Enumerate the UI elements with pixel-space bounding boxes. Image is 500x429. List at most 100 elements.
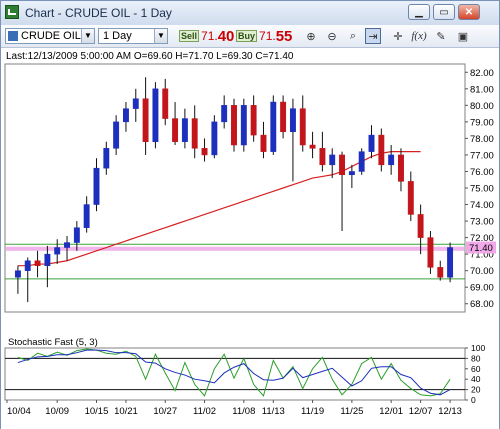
date-tick-label: 11/19 — [301, 406, 324, 417]
candle-body — [93, 167, 100, 205]
candle — [231, 98, 237, 152]
price-panel-frame — [4, 63, 466, 313]
candle — [54, 239, 61, 265]
symbol-value: CRUDE OIL — [21, 30, 81, 42]
zoom-area-button[interactable]: ⌕ — [345, 28, 361, 44]
symbol-icon — [8, 31, 18, 41]
stoch-series-0 — [17, 348, 451, 397]
candle-body — [231, 105, 237, 146]
stochastic-panel: Stochastic Fast (5, 3) 100806040200 — [5, 337, 485, 405]
symbol-select[interactable]: CRUDE OIL ▼ — [5, 28, 95, 44]
sell-label: Sell — [179, 30, 200, 42]
candle-body — [73, 227, 80, 243]
candle-body — [162, 88, 169, 119]
candle-body — [348, 171, 355, 176]
close-button[interactable]: ✕ — [458, 4, 480, 20]
sell-price-digits: 40 — [217, 27, 235, 45]
candle-body — [388, 154, 395, 166]
candle-body — [299, 108, 306, 146]
candle — [319, 131, 326, 172]
candle — [388, 145, 395, 175]
candle — [172, 102, 179, 146]
zoom-in-button[interactable]: ⊕ — [303, 28, 319, 44]
candle-body — [398, 154, 404, 182]
date-tick-label: 11/08 — [232, 406, 255, 417]
crosshair-icon: ✛ — [393, 30, 403, 43]
zoom-out-button[interactable]: ⊖ — [324, 28, 340, 44]
title-bar[interactable]: Chart - CRUDE OIL - 1 Day ▁ ▭ ✕ — [1, 1, 499, 26]
price-tick-label: 74.00 — [470, 200, 494, 211]
candle — [14, 265, 21, 294]
candle-body — [427, 237, 434, 268]
chart-window: Chart - CRUDE OIL - 1 Day ▁ ▭ ✕ CRUDE OI… — [0, 0, 500, 429]
stoch-tick-label: 0 — [471, 395, 476, 405]
candle — [181, 108, 188, 149]
chevron-down-icon[interactable]: ▼ — [81, 29, 94, 43]
price-tick-label: 70.00 — [470, 266, 494, 277]
chart-area[interactable]: Last:12/13/2009 5:00:00 AM O=69.60 H=71.… — [1, 48, 499, 429]
candle — [348, 164, 355, 188]
maximize-button[interactable]: ▭ — [433, 4, 455, 20]
candle-body — [407, 181, 414, 215]
candle-body — [201, 148, 208, 156]
candle — [250, 95, 257, 142]
date-tick-label: 10/09 — [45, 406, 69, 417]
period-select[interactable]: 1 Day ▼ — [98, 28, 168, 44]
price-band-and-lines — [5, 243, 465, 280]
candle-body — [142, 98, 149, 142]
chevron-down-icon[interactable]: ▼ — [154, 29, 167, 43]
candle — [339, 151, 345, 231]
candles — [14, 77, 454, 303]
candle — [368, 125, 375, 159]
candle — [289, 98, 296, 182]
save-chart-button[interactable]: ▣ — [455, 28, 471, 44]
price-axis: 82.00 81.00 80.00 79.00 78.00 77.00 76.00 75.00… — [465, 68, 496, 310]
candle — [240, 98, 247, 152]
candle-body — [64, 242, 70, 248]
candle-body — [447, 247, 454, 278]
candle-body — [339, 154, 345, 176]
candle — [93, 158, 100, 212]
candle-body — [280, 101, 287, 133]
window-title: Chart - CRUDE OIL - 1 Day — [25, 6, 172, 20]
candle — [152, 82, 159, 149]
candle-body — [221, 105, 228, 123]
price-tick-label: 79.00 — [470, 117, 494, 128]
candle — [378, 128, 385, 172]
date-tick-label: 10/04 — [7, 406, 31, 417]
candle-body — [14, 270, 21, 278]
buy-quote-button[interactable]: Buy 71. 55 — [236, 27, 293, 45]
candle-body — [309, 144, 316, 149]
minimize-button[interactable]: ▁ — [408, 4, 430, 20]
close-icon: ✕ — [464, 6, 474, 18]
candle — [103, 141, 110, 175]
candle — [407, 171, 414, 222]
candle — [299, 95, 306, 152]
date-tick-label: 10/21 — [114, 406, 138, 417]
zoom-out-icon: ⊖ — [327, 30, 337, 43]
stoch-tick-label: 100 — [471, 343, 485, 353]
price-tick-label: 69.00 — [470, 283, 494, 294]
candle — [162, 78, 169, 126]
price-chart-svg[interactable]: 82.00 81.00 80.00 79.00 78.00 77.00 76.00 75.00… — [1, 48, 499, 429]
minimize-icon: ▁ — [415, 6, 423, 18]
autoscroll-button[interactable]: ⇥ — [365, 28, 381, 44]
price-tick-label: 76.00 — [470, 167, 494, 178]
autoscroll-icon: ⇥ — [368, 30, 378, 43]
candle-body — [240, 105, 247, 146]
price-tick-label: 82.00 — [470, 68, 494, 79]
candle — [44, 245, 51, 288]
buy-price-digits: 55 — [275, 27, 293, 45]
candle-body — [368, 134, 375, 152]
crosshair-button[interactable]: ✛ — [390, 28, 406, 44]
sell-quote-button[interactable]: Sell 71. 40 — [179, 27, 235, 45]
candle — [427, 230, 434, 274]
price-tick-label: 73.00 — [470, 217, 494, 228]
draw-line-button[interactable]: ✎ — [433, 28, 449, 44]
candle-body — [113, 121, 120, 149]
candle — [83, 196, 90, 233]
indicators-button[interactable]: f(x) — [411, 28, 427, 44]
date-tick-label: 12/01 — [379, 406, 403, 417]
date-tick-label: 12/07 — [409, 406, 433, 417]
date-tick-label: 10/27 — [153, 406, 177, 417]
